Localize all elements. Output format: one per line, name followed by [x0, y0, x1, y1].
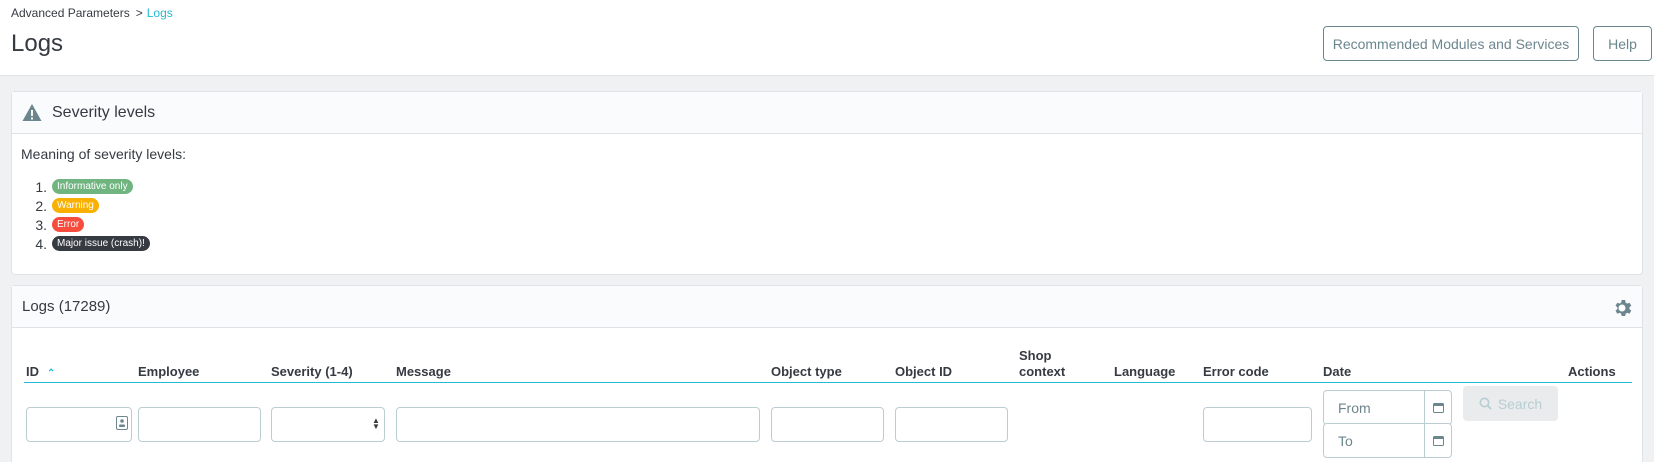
column-header-id[interactable]: ID ⌃ — [26, 364, 55, 379]
date-from-field[interactable] — [1323, 390, 1452, 425]
search-button-label: Search — [1497, 395, 1543, 412]
severity-list: 1. Informative only 2. Warning 3. Error 4. M… — [35, 177, 150, 253]
calendar-icon[interactable] — [1424, 424, 1451, 457]
id-card-icon — [116, 416, 128, 430]
date-to-input[interactable] — [1324, 424, 1424, 457]
column-header-error-code[interactable]: Error code — [1203, 364, 1269, 379]
column-header-date[interactable]: Date — [1323, 364, 1351, 379]
select-caret-icon: ▲ ▼ — [372, 416, 380, 431]
severity-filter-select[interactable] — [271, 407, 385, 442]
breadcrumb-parent[interactable]: Advanced Parameters — [11, 6, 130, 20]
column-header-object-id[interactable]: Object ID — [895, 364, 952, 379]
employee-filter-input[interactable] — [138, 407, 261, 442]
severity-badge-major: Major issue (crash)! — [52, 236, 150, 251]
severity-levels-card: Severity levels Meaning of severity leve… — [11, 91, 1643, 275]
column-header-severity[interactable]: Severity (1-4) — [271, 364, 353, 379]
severity-badge-warning: Warning — [52, 198, 99, 213]
list-number: 4. — [35, 235, 47, 252]
column-label: ID — [26, 364, 39, 379]
severity-card-header: Severity levels — [12, 92, 1642, 134]
list-number: 2. — [35, 197, 47, 214]
column-header-actions: Actions — [1568, 364, 1616, 379]
severity-badge-informative: Informative only — [52, 179, 133, 194]
date-from-input[interactable] — [1324, 391, 1424, 424]
sort-asc-icon[interactable]: ⌃ — [47, 368, 55, 379]
column-header-shop-context[interactable]: Shop context — [1019, 348, 1065, 380]
column-label: context — [1019, 364, 1066, 379]
warning-icon — [22, 103, 42, 121]
logs-card-header: Logs (17289) — [12, 286, 1642, 328]
object-id-filter-input[interactable] — [895, 407, 1008, 442]
object-type-filter-input[interactable] — [771, 407, 884, 442]
recommended-modules-button[interactable]: Recommended Modules and Services — [1323, 26, 1579, 61]
date-to-field[interactable] — [1323, 423, 1452, 458]
list-number: 3. — [35, 216, 47, 233]
column-header-employee[interactable]: Employee — [138, 364, 199, 379]
list-item: 3. Error — [35, 215, 150, 234]
error-code-filter-input[interactable] — [1203, 407, 1312, 442]
list-number: 1. — [35, 178, 47, 195]
column-header-object-type[interactable]: Object type — [771, 364, 842, 379]
page-title: Logs — [11, 30, 64, 57]
list-item: 2. Warning — [35, 196, 150, 215]
severity-badge-error: Error — [52, 217, 85, 232]
column-header-message[interactable]: Message — [396, 364, 451, 379]
message-filter-input[interactable] — [396, 407, 760, 442]
breadcrumb-separator: > — [135, 6, 143, 20]
severity-intro: Meaning of severity levels: — [21, 146, 186, 162]
search-icon — [1479, 397, 1492, 410]
calendar-icon[interactable] — [1424, 391, 1451, 424]
column-label: Shop — [1019, 348, 1052, 363]
help-button[interactable]: Help — [1593, 26, 1652, 61]
list-item: 1. Informative only — [35, 177, 150, 196]
breadcrumb-current[interactable]: Logs — [147, 6, 173, 20]
severity-card-title: Severity levels — [52, 103, 156, 121]
logs-card-title: Logs (17289) — [22, 298, 111, 315]
page-header: Advanced Parameters > Logs Logs Recommende… — [0, 0, 1654, 76]
search-button[interactable]: Search — [1463, 386, 1558, 421]
gear-icon[interactable] — [1612, 298, 1632, 318]
logs-card: Logs (17289) ID ⌃ Employee Severity (1-4)… — [11, 285, 1643, 462]
list-item: 4. Major issue (crash)! — [35, 234, 150, 253]
breadcrumb: Advanced Parameters > Logs — [11, 6, 173, 20]
column-header-language[interactable]: Language — [1114, 364, 1175, 379]
table-header-divider — [24, 382, 1632, 383]
